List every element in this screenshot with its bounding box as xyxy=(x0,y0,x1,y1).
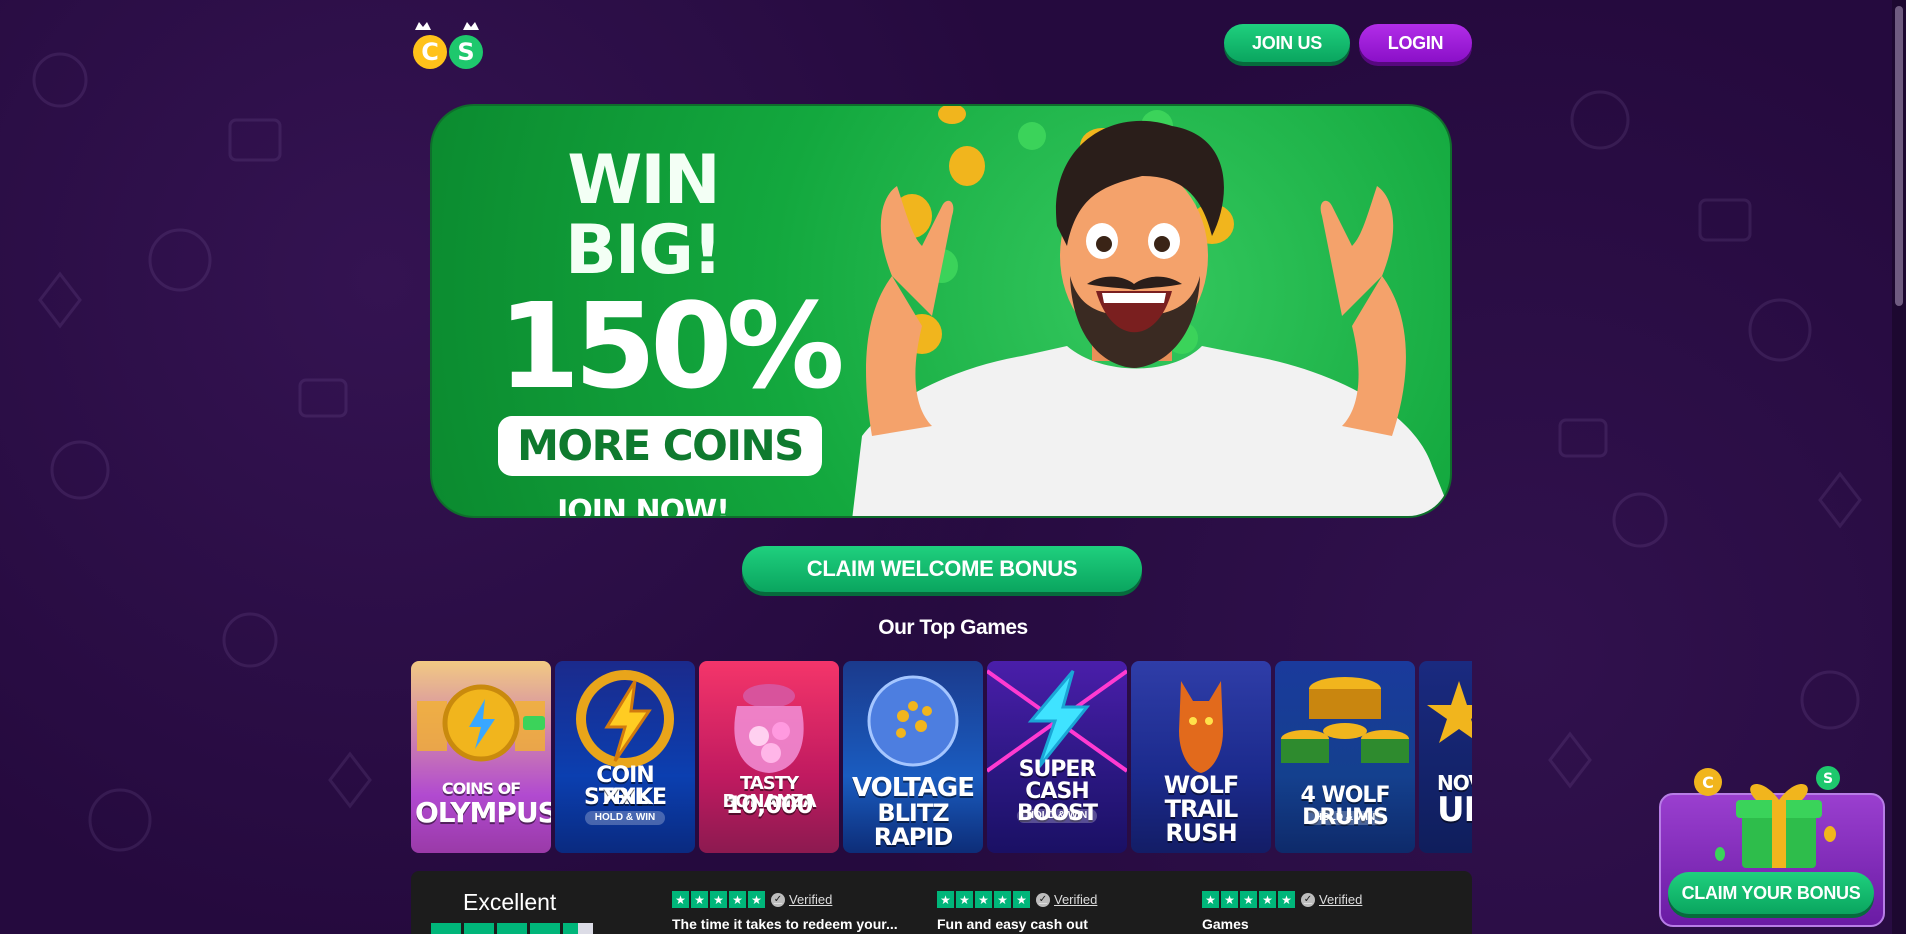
top-games-title: Our Top Games xyxy=(878,616,1028,639)
star-icon xyxy=(431,923,461,934)
orb-icon xyxy=(867,675,959,767)
coin-icon xyxy=(417,684,545,762)
game-card-voltage-blitz-rapid[interactable]: VOLTAGE BLITZ RAPID xyxy=(843,661,983,853)
logo[interactable]: C S xyxy=(411,18,487,72)
banner-percent: 150% xyxy=(498,277,845,415)
game-card-4-wolf-drums[interactable]: 4 WOLF DRUMS HOLD & WIN xyxy=(1275,661,1415,853)
game-card-coins-of-olympus[interactable]: COINS OF OLYMPUS xyxy=(411,661,551,853)
top-games-carousel[interactable]: COINS OF OLYMPUS COIN STRIKE XXL HOLD & … xyxy=(411,661,1472,853)
check-icon: ✓ xyxy=(1036,892,1050,907)
game-tag: HOLD & WIN xyxy=(585,811,665,825)
game-title-line2: 10,000 xyxy=(725,791,814,819)
page: C S JOIN US LOGIN WIN BIG! 150% MORE COI… xyxy=(0,0,1906,934)
game-title-line1: VOLTAGE xyxy=(852,773,975,803)
review-stars: ★ ★ ★ ★ ★ xyxy=(672,891,765,908)
rating-word: Excellent xyxy=(463,889,557,915)
hero-character-illustration xyxy=(852,106,1450,516)
scrollbar-thumb[interactable] xyxy=(1895,6,1903,306)
review-stars: ★ ★ ★ ★ ★ xyxy=(1202,891,1295,908)
gift-icon: C S xyxy=(1694,766,1840,868)
game-title-line2: BLITZ RAPID xyxy=(873,799,954,851)
crown-icon xyxy=(415,22,479,30)
star-icon xyxy=(530,923,560,934)
game-card-coin-strike-xxl[interactable]: COIN STRIKE XXL HOLD & WIN xyxy=(555,661,695,853)
game-title-line2: OLYMPUS xyxy=(415,796,551,829)
game-card-partial[interactable]: NOV UL xyxy=(1419,661,1472,853)
scrollbar[interactable] xyxy=(1892,0,1906,934)
wolf-icon xyxy=(1179,681,1223,773)
login-button[interactable]: LOGIN xyxy=(1359,24,1472,62)
logo-letter-c: C xyxy=(421,38,439,66)
review-stars: ★ ★ ★ ★ ★ xyxy=(937,891,1030,908)
game-tag: HOLD & WIN xyxy=(1305,811,1385,825)
coin-letter-s: S xyxy=(1823,771,1833,787)
review-text: The time it takes to redeem your... xyxy=(672,916,898,932)
claim-welcome-bonus-button[interactable]: CLAIM WELCOME BONUS xyxy=(742,546,1142,592)
trustpilot-reviews: Excellent ★ ★ ★ ★ ★ ✓ Verified The time it ta… xyxy=(411,871,1472,934)
game-card-wolf-trail-rush[interactable]: WOLF TRAIL RUSH xyxy=(1131,661,1271,853)
star-icon xyxy=(464,923,494,934)
banner-cta: JOIN NOW! xyxy=(557,494,730,518)
coin-letter-c: C xyxy=(1702,773,1714,792)
review-card[interactable]: ★ ★ ★ ★ ★ ✓ Verified Fun and easy cash out xyxy=(937,891,1177,932)
banner-headline: WIN BIG! xyxy=(565,141,723,290)
game-card-super-cash-boost[interactable]: SUPER CASH BOOST HOLD & WIN xyxy=(987,661,1127,853)
banner-text: WIN BIG! 150% MORE COINS JOIN NOW! xyxy=(498,141,845,518)
rating-stars xyxy=(431,923,593,934)
star-half-icon xyxy=(563,923,593,934)
game-title-line1: SUPER xyxy=(1018,757,1097,782)
check-icon: ✓ xyxy=(1301,892,1315,907)
review-card[interactable]: ★ ★ ★ ★ ★ ✓ Verified Games xyxy=(1202,891,1442,932)
star-icon xyxy=(497,923,527,934)
game-card-tasty-bonanza[interactable]: TASTY BONANZA 10,000 xyxy=(699,661,839,853)
game-title-line2: XXL xyxy=(602,785,649,810)
game-title-line2: TRAIL RUSH xyxy=(1164,795,1239,847)
logo-letter-s: S xyxy=(457,38,474,66)
verified-badge[interactable]: ✓ Verified xyxy=(771,892,832,907)
verified-badge[interactable]: ✓ Verified xyxy=(1301,892,1362,907)
check-icon: ✓ xyxy=(771,892,785,907)
banner-pill: MORE COINS xyxy=(498,416,822,476)
star-icon xyxy=(1427,681,1472,743)
join-us-button[interactable]: JOIN US xyxy=(1224,24,1350,62)
candy-jar-icon xyxy=(734,684,804,773)
game-title-line2: UL xyxy=(1437,790,1472,830)
claim-your-bonus-button[interactable]: CLAIM YOUR BONUS xyxy=(1668,872,1874,914)
review-text: Games xyxy=(1202,916,1249,932)
review-card[interactable]: ★ ★ ★ ★ ★ ✓ Verified The time it takes to red… xyxy=(672,891,912,932)
promo-banner[interactable]: WIN BIG! 150% MORE COINS JOIN NOW! xyxy=(430,104,1452,518)
review-text: Fun and easy cash out xyxy=(937,916,1088,932)
game-title-line1: COINS OF xyxy=(441,779,521,798)
game-title-line1: WOLF xyxy=(1163,771,1240,799)
drum-icon xyxy=(1281,677,1409,763)
verified-badge[interactable]: ✓ Verified xyxy=(1036,892,1097,907)
game-tag: HOLD & WIN xyxy=(1017,809,1097,823)
